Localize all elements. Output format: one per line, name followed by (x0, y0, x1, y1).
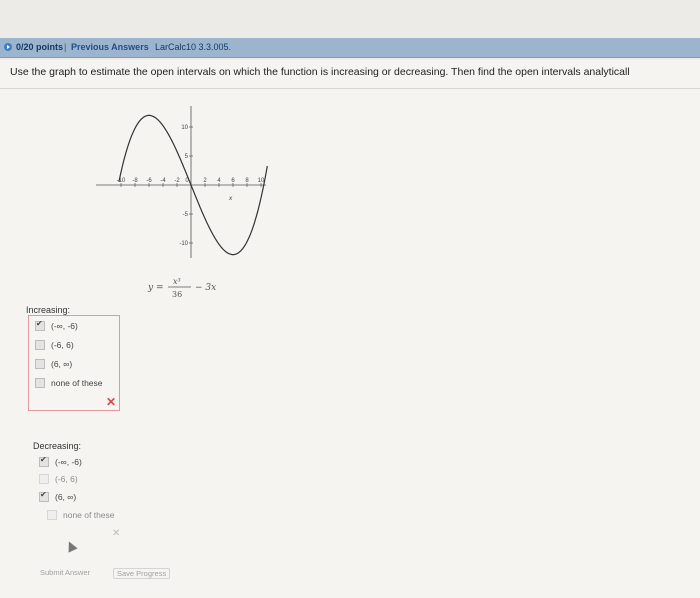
decreasing-option-1[interactable]: (-∞, -6) (39, 455, 82, 471)
y-tick-label: 10 (181, 125, 188, 131)
checkbox-checked[interactable] (35, 319, 45, 331)
increasing-option-1[interactable]: (-∞, -6) (35, 319, 78, 335)
x-tick-label: 6 (231, 178, 235, 184)
checkbox[interactable] (35, 358, 45, 369)
y-tick-label: -5 (183, 212, 189, 218)
option-label: (-∞, -6) (51, 321, 78, 331)
checkbox[interactable] (35, 339, 45, 350)
option-label: none of these (63, 510, 115, 520)
save-progress-button[interactable]: Save Progress (113, 568, 171, 579)
decreasing-option-2[interactable]: (-6, 6) (39, 473, 78, 488)
x-tick-label: -2 (174, 178, 180, 184)
x-tick-label: -10 (117, 178, 126, 184)
decreasing-answer-box: (-∞, -6) (-6, 6) (6, ∞) none of these (33, 452, 123, 542)
option-label: (6, ∞) (55, 492, 77, 502)
x-tick-label: 4 (217, 178, 221, 184)
decreasing-option-3[interactable]: (6, ∞) (39, 490, 77, 506)
option-label: (-6, 6) (55, 474, 78, 484)
increasing-option-4[interactable]: none of these (35, 377, 103, 392)
option-label: (-∞, -6) (55, 457, 82, 467)
x-tick-label: -4 (160, 178, 166, 184)
equation-denominator: 36 (172, 290, 182, 299)
increasing-answer-box: (-∞, -6) (-6, 6) (6, ∞) none of these ✕ (28, 315, 120, 411)
equation-numerator: x³ (173, 277, 181, 286)
checkbox[interactable] (39, 473, 49, 484)
option-label: none of these (51, 378, 103, 388)
submit-answer-button[interactable]: Submit Answer (40, 568, 90, 577)
incorrect-icon-faint: ✕ (112, 528, 121, 539)
x-tick-label: -8 (132, 178, 138, 184)
option-label: (6, ∞) (51, 359, 73, 369)
checkbox[interactable] (47, 509, 57, 520)
y-tick-label: -10 (179, 241, 188, 247)
incorrect-icon: ✕ (105, 395, 116, 409)
x-tick-label: -6 (146, 178, 152, 184)
x-axis-label: x (228, 195, 233, 202)
decreasing-label: Decreasing: (33, 441, 82, 451)
y-tick-label: 5 (185, 154, 189, 160)
increasing-label: Increasing: (26, 305, 71, 315)
checkbox-checked[interactable] (39, 490, 49, 502)
x-tick-label: 2 (203, 178, 207, 184)
equation-lhs: y = (147, 283, 164, 293)
checkbox-checked[interactable] (39, 455, 49, 467)
decreasing-option-4[interactable]: none of these (47, 509, 115, 524)
increasing-option-2[interactable]: (-6, 6) (35, 339, 74, 354)
checkbox[interactable] (35, 377, 45, 388)
x-tick-label: 8 (245, 178, 249, 184)
option-label: (-6, 6) (51, 340, 74, 350)
equation-rest: − 3x (195, 283, 216, 293)
increasing-option-3[interactable]: (6, ∞) (35, 358, 73, 373)
